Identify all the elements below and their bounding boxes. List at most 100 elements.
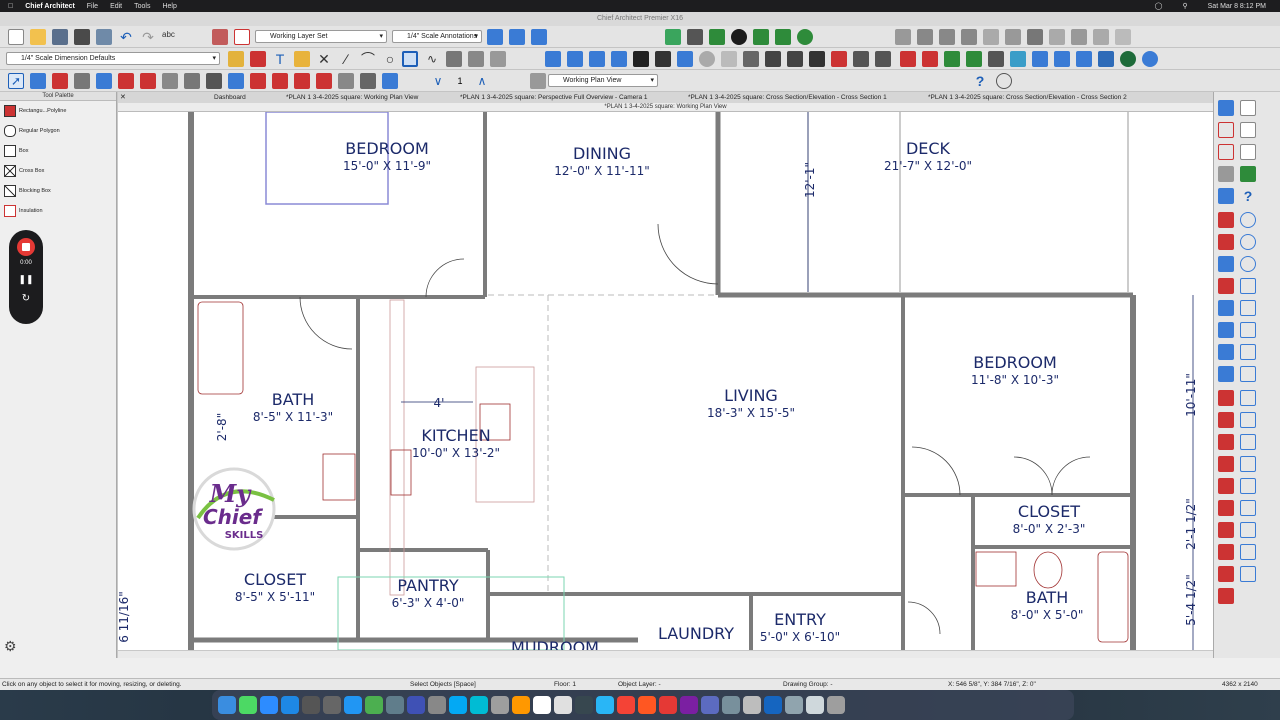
eyedropper-icon[interactable] [809,51,825,67]
menu-help[interactable]: Help [162,3,176,10]
offset-icon[interactable] [1218,522,1234,538]
dimension-label[interactable]: 2'-1 1/2" [1184,498,1198,550]
slab-icon[interactable] [360,73,376,89]
extend-icon[interactable] [1218,478,1234,494]
room-name[interactable]: DINING [573,144,631,163]
app-icon[interactable] [764,696,782,714]
arrow-tool-button[interactable] [468,51,484,67]
app-menu[interactable]: Chief Architect [25,3,75,10]
terrain-button[interactable] [665,29,681,45]
app-icon[interactable] [743,696,761,714]
help-question-icon[interactable]: ? [1240,188,1256,204]
horizontal-scrollbar[interactable] [118,650,1213,658]
room-name[interactable]: CLOSET [1018,502,1080,521]
framing-icon[interactable] [162,73,178,89]
open-folder-button[interactable] [30,29,46,45]
stop-record-button[interactable] [17,238,35,256]
lock-icon[interactable] [1218,412,1234,428]
layer-list-icon[interactable] [966,51,982,67]
app-icon[interactable] [386,696,404,714]
wifi-icon[interactable]: ◯ [1155,2,1163,10]
app-icon[interactable] [470,696,488,714]
fireplace-icon[interactable] [206,73,222,89]
delete-icon[interactable] [1218,434,1234,450]
elevation-icon[interactable] [589,51,605,67]
new-plan-button[interactable] [8,29,24,45]
cross-tool-icon[interactable]: ✕ [316,51,332,67]
group-icon[interactable] [1218,166,1234,182]
search-icon[interactable]: ⚲ [1183,2,1188,10]
glasses-icon[interactable] [699,51,715,67]
roof-tool-icon[interactable] [272,73,288,89]
room-name[interactable]: BATH [1026,588,1068,607]
calendar-icon[interactable] [533,696,551,714]
steam-icon[interactable] [575,696,593,714]
marquee-icon[interactable] [1218,144,1234,160]
zoom-icon[interactable] [260,696,278,714]
app-icon[interactable] [281,696,299,714]
camera-tool-button[interactable] [895,29,911,45]
stair-icon[interactable] [1098,51,1114,67]
wall-tool-icon[interactable] [52,73,68,89]
app-icon[interactable] [596,696,614,714]
apple-icon[interactable]:  [8,3,13,10]
tree-icon[interactable] [797,29,813,45]
palette-item-box[interactable]: Box [0,141,116,161]
room-name[interactable]: DECK [906,139,951,158]
stairs-icon[interactable] [140,73,156,89]
finder-icon[interactable] [218,696,236,714]
app-icon[interactable] [449,696,467,714]
pond-button[interactable] [731,29,747,45]
app-icon[interactable] [512,696,530,714]
tab-working-plan[interactable]: *PLAN 1 3-4-2025 square: Working Plan Vi… [286,93,418,103]
plant-button[interactable] [709,29,725,45]
down-floor-icon[interactable]: ∨ [430,73,446,89]
arc-icon[interactable] [1218,212,1234,228]
circle-tool-icon[interactable]: ○ [382,51,398,67]
bed-icon[interactable] [1049,29,1065,45]
dimension-label[interactable]: 5'-4 1/2" [1184,574,1198,626]
checklist-icon[interactable] [1240,166,1256,182]
fridge-icon[interactable] [1071,29,1087,45]
angle-icon[interactable] [1240,456,1256,472]
defaults-button[interactable] [509,29,525,45]
delete-objects-icon[interactable] [900,51,916,67]
rebuild-icon[interactable] [1240,366,1256,382]
tab-cross-section-1[interactable]: *PLAN 1 3-4-2025 square: Cross Section/E… [688,93,887,103]
app-icon[interactable] [365,696,383,714]
close-view-icon[interactable]: ✕ [120,93,126,103]
dimension-label[interactable]: 4' [434,396,445,410]
zoom-in-icon[interactable] [1240,234,1256,250]
tab-cross-section-2[interactable]: *PLAN 1 3-4-2025 square: Cross Section/E… [928,93,1127,103]
spell-check-button[interactable]: abc [162,29,178,45]
electrical-icon[interactable] [228,73,244,89]
layers-icon[interactable] [1240,412,1256,428]
washer-icon[interactable] [1093,29,1109,45]
app-icon[interactable] [323,696,341,714]
print-preview-button[interactable] [96,29,112,45]
room-name[interactable]: ENTRY [774,610,826,629]
grid-snap-icon[interactable] [1240,566,1256,582]
explode-icon[interactable] [1218,588,1234,604]
room-name[interactable]: CLOSET [244,570,306,589]
tab-camera[interactable]: *PLAN 1 3-4-2025 square: Perspective Ful… [460,93,648,103]
preferences-button[interactable] [531,29,547,45]
arrange-icon[interactable] [1240,522,1256,538]
room-name[interactable]: MUDROOM [511,638,599,650]
room-icon[interactable] [1054,51,1070,67]
help-icon[interactable]: ? [972,73,988,89]
restart-icon[interactable]: ↻ [9,293,43,304]
up-floor-icon[interactable]: ∧ [474,73,490,89]
magnifier-icon[interactable] [1240,212,1256,228]
reflect-icon[interactable] [1218,256,1234,272]
room-name[interactable]: BEDROOM [973,353,1057,372]
fillet-icon[interactable] [1218,544,1234,560]
pencil-icon[interactable] [988,51,1004,67]
text-tool-icon[interactable]: T [272,51,288,67]
walkthrough-icon[interactable] [633,51,649,67]
distribute-icon[interactable] [1218,322,1234,338]
fill-tool-button[interactable] [446,51,462,67]
point-to-point-icon[interactable] [1240,500,1256,516]
break-icon[interactable] [1218,278,1234,294]
print-button[interactable] [74,29,90,45]
